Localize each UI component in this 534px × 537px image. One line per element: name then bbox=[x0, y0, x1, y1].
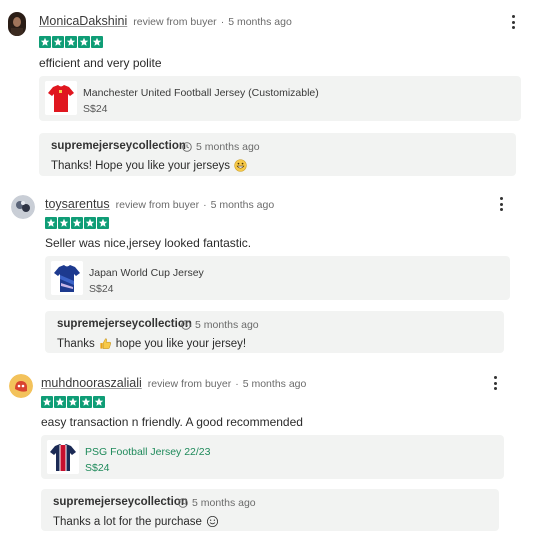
reply-text: Thanks! Hope you like your jerseys bbox=[51, 159, 247, 172]
product-price: S$24 bbox=[89, 283, 114, 295]
thumbs-up-emoji bbox=[100, 338, 111, 349]
product-card[interactable]: PSG Football Jersey 22/23 S$24 bbox=[41, 435, 504, 479]
star-rating bbox=[39, 36, 103, 48]
product-price: S$24 bbox=[85, 462, 110, 474]
star-icon bbox=[52, 36, 64, 48]
star-icon bbox=[84, 217, 96, 229]
separator-dot: · bbox=[220, 16, 225, 28]
product-name: Japan World Cup Jersey bbox=[89, 267, 204, 279]
product-card[interactable]: Manchester United Football Jersey (Custo… bbox=[39, 76, 521, 121]
star-icon bbox=[41, 396, 53, 408]
reply-time: 5 months ago bbox=[181, 319, 259, 331]
star-icon bbox=[58, 217, 70, 229]
seller-name: supremejerseycollection bbox=[57, 318, 192, 330]
product-name: PSG Football Jersey 22/23 bbox=[85, 446, 211, 458]
seller-name: supremejerseycollection bbox=[53, 496, 188, 508]
product-thumbnail bbox=[47, 440, 79, 474]
star-icon bbox=[93, 396, 105, 408]
review-meta: review from buyer bbox=[115, 199, 200, 211]
product-thumbnail bbox=[51, 261, 83, 295]
product-price: S$24 bbox=[83, 103, 108, 115]
star-icon bbox=[54, 396, 66, 408]
separator-dot: · bbox=[235, 378, 239, 390]
clock-icon bbox=[181, 320, 191, 330]
more-options-icon[interactable] bbox=[495, 195, 507, 213]
grinning-face-emoji bbox=[234, 159, 247, 172]
star-icon bbox=[97, 217, 109, 229]
product-card[interactable]: Japan World Cup Jersey S$24 bbox=[45, 256, 510, 300]
review-comment: efficient and very polite bbox=[39, 56, 162, 70]
reply-time: 5 months ago bbox=[182, 141, 260, 153]
star-icon bbox=[45, 217, 57, 229]
review-comment: Seller was nice,jersey looked fantastic. bbox=[45, 236, 252, 250]
reply-text: Thanks hope you like your jersey! bbox=[57, 337, 247, 350]
avatar[interactable] bbox=[8, 12, 26, 36]
smiling-face-emoji bbox=[206, 515, 218, 528]
star-icon bbox=[39, 36, 51, 48]
reviewer-username[interactable]: MonicaDakshini bbox=[39, 14, 127, 28]
reply-time: 5 months ago bbox=[178, 497, 256, 509]
review-time: 5 months ago bbox=[210, 199, 275, 211]
more-options-icon[interactable] bbox=[507, 13, 519, 31]
product-thumbnail bbox=[45, 81, 77, 115]
review-meta: review from buyer bbox=[133, 16, 217, 28]
avatar[interactable] bbox=[11, 195, 35, 219]
reply-text: Thanks a lot for the purchase bbox=[53, 515, 219, 528]
review-time: 5 months ago bbox=[228, 16, 292, 28]
star-icon bbox=[67, 396, 79, 408]
star-icon bbox=[71, 217, 83, 229]
separator-dot: · bbox=[203, 199, 207, 211]
seller-name: supremejerseycollection bbox=[51, 140, 186, 152]
star-icon bbox=[80, 396, 92, 408]
reviewer-username[interactable]: toysarentus bbox=[45, 197, 110, 211]
review-meta: review from buyer bbox=[147, 378, 232, 390]
star-rating bbox=[45, 217, 109, 229]
reviewer-username[interactable]: muhdnooraszaliali bbox=[41, 376, 142, 390]
clock-icon bbox=[182, 142, 192, 152]
clock-icon bbox=[178, 498, 188, 508]
star-icon bbox=[65, 36, 77, 48]
star-rating bbox=[41, 396, 105, 408]
seller-reply: supremejerseycollection 5 months ago Tha… bbox=[41, 489, 499, 531]
product-name: Manchester United Football Jersey (Custo… bbox=[83, 87, 319, 99]
review-comment: easy transaction n friendly. A good reco… bbox=[41, 415, 303, 429]
avatar[interactable] bbox=[9, 374, 33, 398]
seller-reply: supremejerseycollection 5 months ago Tha… bbox=[45, 311, 504, 353]
star-icon bbox=[91, 36, 103, 48]
more-options-icon[interactable] bbox=[489, 374, 501, 392]
seller-reply: supremejerseycollection 5 months ago Tha… bbox=[39, 133, 516, 176]
star-icon bbox=[78, 36, 90, 48]
review-time: 5 months ago bbox=[242, 378, 307, 390]
